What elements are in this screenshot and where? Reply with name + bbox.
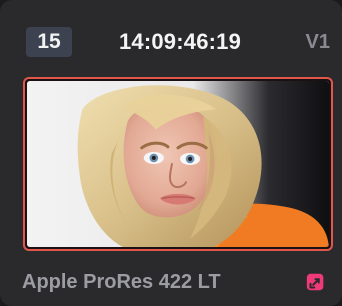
external-link-icon[interactable]: [305, 271, 327, 293]
clip-number-badge: 15: [26, 27, 72, 57]
portrait-thumbnail: [27, 81, 329, 247]
clip-thumbnail: [27, 81, 329, 247]
clip-timecode: 14:09:46:19: [118, 29, 242, 54]
track-label: V1: [305, 31, 330, 53]
clip-header: 15 14:09:46:19 V1: [0, 0, 342, 78]
clip-thumbnail-frame[interactable]: [23, 77, 333, 251]
clip-card[interactable]: 15 14:09:46:19 V1 Apple ProRes 422 LT: [0, 0, 342, 306]
codec-label: Apple ProRes 422 LT: [22, 271, 221, 293]
